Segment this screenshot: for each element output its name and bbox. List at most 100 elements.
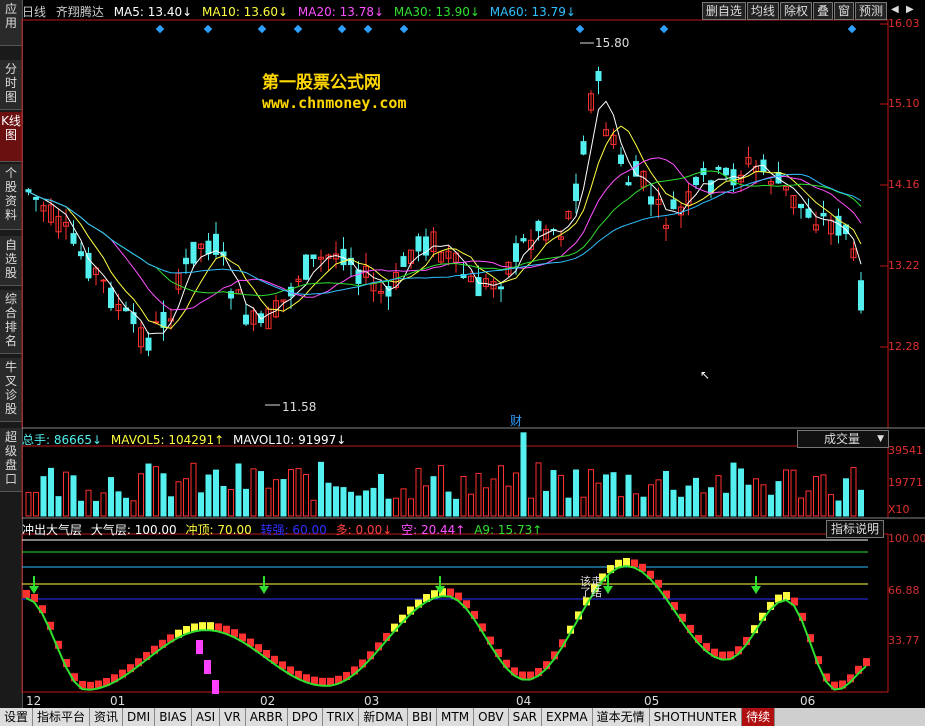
volume-bar [48,467,54,517]
tab-7[interactable]: ARBR [245,708,288,726]
volume-indicator-select[interactable]: 成交量 ▼ [797,430,889,448]
month-label: 04 [516,694,532,708]
indicator-block [447,588,454,597]
volume-bar [340,487,347,517]
moving-average-line [28,125,862,329]
tab-12[interactable]: MTM [437,708,475,726]
candle [715,166,722,170]
indicator-help-button[interactable]: 指标说明 [826,520,885,538]
remove-watchlist-button[interactable]: 删自选 [701,2,746,20]
volume-bar [633,493,639,517]
low-price-label: 11.58 [282,400,317,414]
window-button[interactable]: 窗 [833,2,854,20]
volume-bar [295,468,302,517]
candle [670,199,677,210]
volume-bar [378,474,384,517]
tab-11[interactable]: BBI [408,708,438,726]
exit-signal-note: 该走了结 [580,575,602,599]
volume-bar [708,487,714,517]
volume-bar [78,500,84,517]
tab-4[interactable]: BIAS [155,708,192,726]
volume-bar [678,496,684,517]
volume-bar [850,467,857,517]
indicator-curve [25,564,867,691]
volume-bar [640,496,647,517]
volume-bar [183,478,189,517]
volume-bar [783,469,789,517]
volume-bar [835,500,842,517]
tab-10[interactable]: 新DMA [359,708,409,726]
candle [108,287,114,309]
volume-bar [70,475,77,517]
volume-bar [265,487,272,517]
volume-bar [280,479,287,517]
candle [648,196,654,205]
indicator-value-peak: 冲顶: 70.00 [185,523,252,537]
forecast-button[interactable]: 预测 [854,2,887,20]
volume-bar [670,489,677,517]
scroll-left-icon[interactable]: ◀ [891,4,899,15]
volume-bar [588,469,594,517]
tab-15[interactable]: EXPMA [542,708,593,726]
candle [205,240,212,255]
candle [243,314,249,325]
volume-bar [123,497,129,517]
ma5-value: MA5: 13.40↓ [113,5,193,19]
price-axis-label: 16.03 [888,17,920,30]
tab-13[interactable]: OBV [474,708,509,726]
event-diamond-icon [155,24,165,34]
scroll-right-icon[interactable]: ▶ [906,4,914,15]
tab-14[interactable]: SAR [508,708,542,726]
volume-bar [303,474,309,517]
event-diamond-icon [293,24,303,34]
candle [355,269,362,284]
tab-17[interactable]: SHOTHUNTER [649,708,743,726]
volume-bar [603,474,609,517]
candle [303,254,309,280]
tab-2[interactable]: 资讯 [90,708,124,726]
month-label: 05 [644,694,660,708]
tab-0[interactable]: 设置 [0,708,34,726]
volume-bar [595,482,602,517]
volume-bar [528,497,534,517]
candle [145,337,152,351]
tab-18[interactable]: 待续 [742,708,776,726]
volume-bar [423,485,429,517]
volume-bar [190,462,197,517]
volume-bar [550,470,557,517]
price-axis-label: 12.28 [888,340,920,353]
candle [70,233,77,244]
indicator-block [23,590,30,598]
volume-bar [610,472,617,517]
tab-8[interactable]: DPO [287,708,323,726]
ma-button[interactable]: 均线 [746,2,779,20]
event-diamond-icon [363,24,373,34]
volume-bar [693,477,699,517]
indicator-header: 冲出大气层 大气层: 100.00 冲顶: 70.00 转强: 60.00 多:… [22,521,547,538]
month-label: 01 [110,694,126,708]
candle [415,236,422,252]
tab-9[interactable]: TRIX [322,708,360,726]
volume-bar [543,490,549,517]
volume-bar [160,473,167,517]
exright-button[interactable]: 除权 [779,2,812,20]
candle [535,220,542,232]
tab-5[interactable]: ASI [191,708,221,726]
financial-event-marker[interactable]: 财 [510,412,522,429]
overlay-button[interactable]: 叠 [812,2,833,20]
volume-bar [258,471,264,517]
volume-bar [393,497,399,517]
volume-bar [715,475,722,517]
tab-3[interactable]: DMI [123,708,156,726]
ma10-value: MA10: 13.60↓ [201,5,289,19]
tab-1[interactable]: 指标平台 [33,708,91,726]
volume-bar [618,496,624,517]
volume-bar [768,494,774,517]
candle [310,254,317,259]
volume-bar [813,476,819,517]
volume-bar [168,496,174,517]
volume-bar [100,492,107,517]
tab-6[interactable]: VR [220,708,246,726]
tab-16[interactable]: 道本无情 [592,708,650,726]
candle [100,279,107,282]
